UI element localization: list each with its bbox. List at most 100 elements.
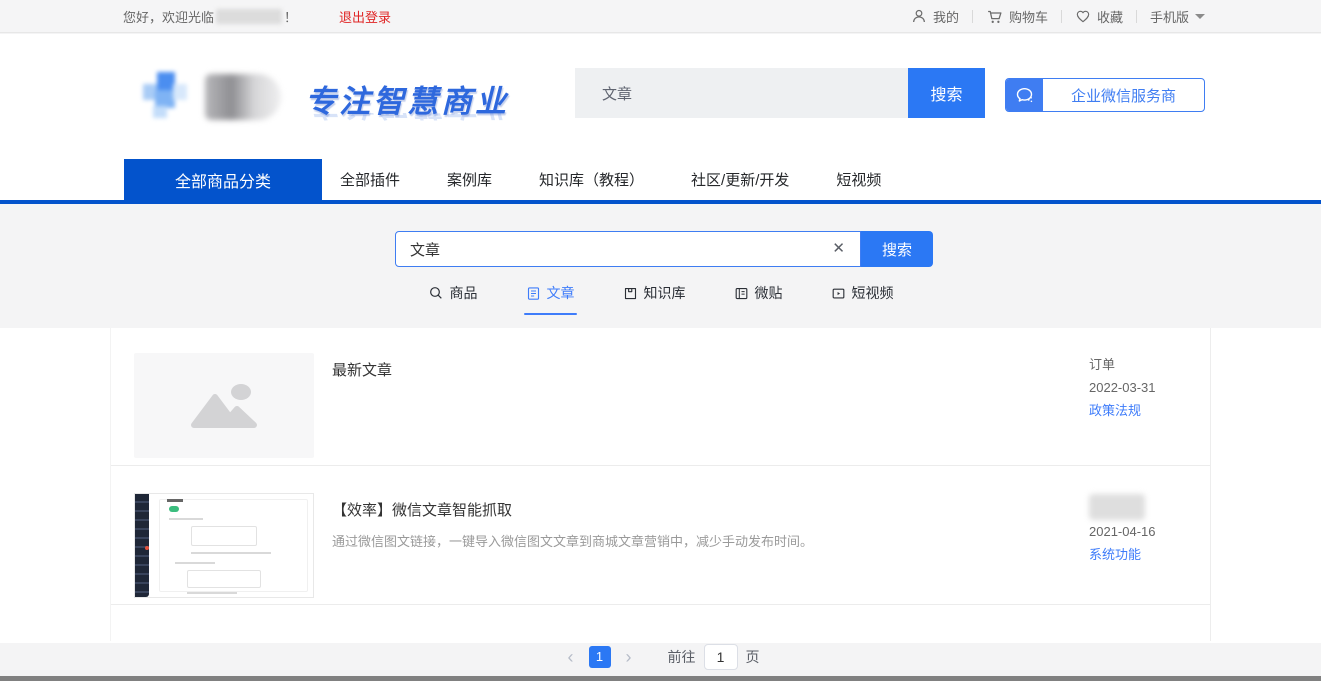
tab-knowledge-label: 知识库 <box>644 283 686 303</box>
results-band: 最新文章 订单 2022-03-31 政策法规 <box>0 328 1321 643</box>
article-icon <box>526 286 541 301</box>
result-body: 【效率】微信文章智能抓取 通过微信图文链接，一键导入微信图文文章到商城文章营销中… <box>332 493 813 604</box>
nav-items: 全部插件 案例库 知识库（教程） 社区/更新/开发 短视频 <box>340 159 881 200</box>
site-logo-blurred[interactable] <box>143 72 189 118</box>
header: 专注智慧商业 专注智慧商业 搜索 企业微信服务商 <box>0 34 1321 150</box>
thumb-detail <box>169 506 179 512</box>
logo-pixel <box>153 106 167 118</box>
topbar: 您好，欢迎光临 ！ 退出登录 我的 购物车 收藏 手机版 <box>0 0 1321 33</box>
current-page-button[interactable]: 1 <box>589 646 611 668</box>
mobile-version-menu[interactable]: 手机版 <box>1150 7 1205 26</box>
site-name-blurred <box>205 74 281 120</box>
search-icon <box>428 285 444 301</box>
thumb-detail <box>187 592 237 594</box>
results-card: 最新文章 订单 2022-03-31 政策法规 <box>110 328 1211 641</box>
greeting-suffix: ！ <box>284 7 297 26</box>
censored-author <box>1089 494 1145 520</box>
page-unit-label: 页 <box>746 647 760 667</box>
tab-articles-label: 文章 <box>547 283 575 303</box>
nav-underline <box>0 200 1321 204</box>
result-category-link[interactable]: 政策法规 <box>1089 402 1219 419</box>
cart-link[interactable]: 购物车 <box>986 7 1048 26</box>
header-search-button[interactable]: 搜索 <box>908 68 985 118</box>
thumb-detail <box>187 570 261 588</box>
post-icon <box>734 286 749 301</box>
nav-item-knowledge[interactable]: 知识库（教程） <box>539 169 644 190</box>
result-meta: 订单 2022-03-31 政策法规 <box>1089 356 1219 425</box>
censored-username <box>216 9 282 24</box>
result-category-link[interactable]: 系统功能 <box>1089 546 1219 563</box>
clear-search-icon[interactable]: ✕ <box>832 239 845 259</box>
nav-item-plugins[interactable]: 全部插件 <box>340 169 400 190</box>
chevron-down-icon <box>1195 14 1205 19</box>
footer-strip <box>0 676 1321 681</box>
wecom-service-label: 企业微信服务商 <box>1043 79 1204 111</box>
content-search-button[interactable]: 搜索 <box>861 231 933 267</box>
tab-posts-label: 微贴 <box>755 283 783 303</box>
nav-item-cases[interactable]: 案例库 <box>447 169 492 190</box>
result-type-tabs: 商品 文章 知识库 微贴 短视频 <box>0 283 1321 315</box>
result-meta: 2021-04-16 系统功能 <box>1089 494 1219 569</box>
content-search-input[interactable] <box>395 231 861 267</box>
goto-page-input[interactable] <box>704 644 738 670</box>
tab-posts[interactable]: 微贴 <box>734 283 783 315</box>
goto-page-label: 前往 <box>668 647 696 667</box>
result-description: 通过微信图文链接，一键导入微信图文文章到商城文章营销中，减少手动发布时间。 <box>332 531 813 550</box>
nav-all-categories[interactable]: 全部商品分类 <box>124 159 322 200</box>
tab-knowledge[interactable]: 知识库 <box>623 283 686 315</box>
user-icon <box>911 8 927 24</box>
header-search-input[interactable] <box>575 68 908 118</box>
divider <box>1136 10 1137 23</box>
prev-page-icon[interactable]: ‹ <box>562 646 580 668</box>
result-date: 2022-03-31 <box>1089 379 1219 396</box>
result-thumbnail-placeholder[interactable] <box>134 353 314 458</box>
header-search: 搜索 <box>575 68 985 118</box>
result-thumbnail-screenshot[interactable] <box>134 493 314 598</box>
divider <box>1061 10 1062 23</box>
wecom-service-button[interactable]: 企业微信服务商 <box>1005 78 1205 112</box>
main-nav: 全部商品分类 全部插件 案例库 知识库（教程） 社区/更新/开发 短视频 <box>0 150 1321 204</box>
video-icon <box>831 286 846 301</box>
knowledge-icon <box>623 286 638 301</box>
logo-pixel <box>173 84 187 100</box>
favorites-label: 收藏 <box>1097 7 1123 26</box>
nav-item-community[interactable]: 社区/更新/开发 <box>691 169 789 190</box>
logout-link[interactable]: 退出登录 <box>339 7 391 26</box>
result-body: 最新文章 <box>332 353 392 465</box>
result-author: 订单 <box>1089 356 1219 373</box>
result-title[interactable]: 【效率】微信文章智能抓取 <box>332 499 813 520</box>
favorites-link[interactable]: 收藏 <box>1075 7 1123 26</box>
tab-shortvideo[interactable]: 短视频 <box>831 283 894 315</box>
content-search: ✕ 搜索 <box>395 231 933 267</box>
content-search-box: ✕ <box>395 231 861 267</box>
pagination: ‹ 1 › 前往 页 <box>0 644 1321 670</box>
nav-item-shortvideo[interactable]: 短视频 <box>836 169 881 190</box>
topbar-greeting: 您好，欢迎光临 ！ 退出登录 <box>123 7 391 26</box>
image-placeholder-icon <box>188 380 260 432</box>
thumb-detail <box>191 526 257 546</box>
mobile-version-label: 手机版 <box>1150 7 1189 26</box>
page: 您好，欢迎光临 ！ 退出登录 我的 购物车 收藏 手机版 <box>0 0 1321 681</box>
tab-products-label: 商品 <box>450 283 478 303</box>
tab-articles[interactable]: 文章 <box>526 283 575 315</box>
topbar-links: 我的 购物车 收藏 手机版 <box>911 7 1205 26</box>
result-row: 【效率】微信文章智能抓取 通过微信图文链接，一键导入微信图文文章到商城文章营销中… <box>111 466 1210 605</box>
thumb-detail <box>167 499 183 502</box>
thumb-detail <box>145 546 149 550</box>
cart-icon <box>986 8 1003 25</box>
next-page-icon[interactable]: › <box>620 646 638 668</box>
divider <box>972 10 973 23</box>
greeting-prefix: 您好，欢迎光临 <box>123 7 214 26</box>
tab-products[interactable]: 商品 <box>428 283 478 315</box>
wecom-bubble-icon <box>1006 79 1043 111</box>
my-account-label: 我的 <box>933 7 959 26</box>
thumb-detail <box>169 518 203 520</box>
result-row: 最新文章 订单 2022-03-31 政策法规 <box>111 328 1210 466</box>
my-account-link[interactable]: 我的 <box>911 7 959 26</box>
heart-icon <box>1075 8 1091 24</box>
tab-shortvideo-label: 短视频 <box>852 283 894 303</box>
cart-label: 购物车 <box>1009 7 1048 26</box>
result-title[interactable]: 最新文章 <box>332 359 392 380</box>
thumb-detail <box>175 562 215 564</box>
site-slogan-reflection: 专注智慧商业 <box>305 113 509 130</box>
